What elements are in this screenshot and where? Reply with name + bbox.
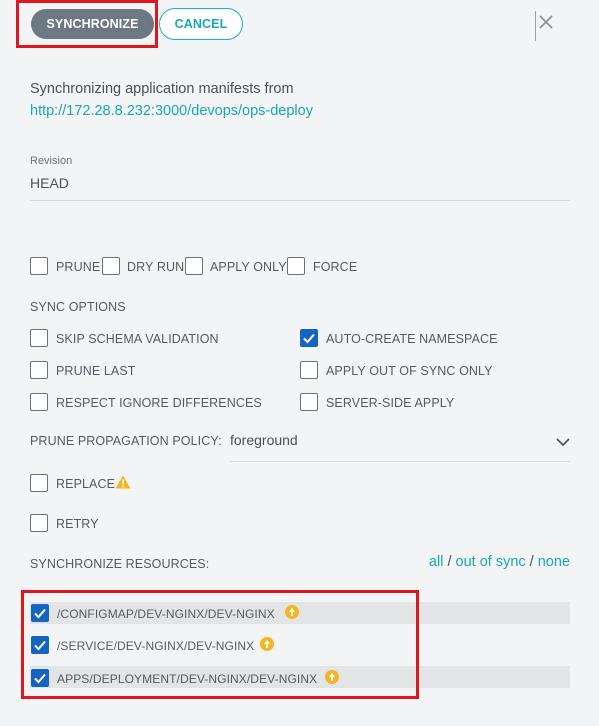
skip-schema-validation-label: SKIP SCHEMA VALIDATION — [56, 332, 219, 346]
server-side-apply-checkbox[interactable] — [300, 393, 318, 411]
respect-ignore-differences-label: RESPECT IGNORE DIFFERENCES — [56, 396, 262, 410]
replace-checkbox[interactable] — [30, 474, 48, 492]
force-label: FORCE — [313, 260, 358, 274]
check-icon — [303, 333, 315, 344]
retry-label: RETRY — [56, 517, 99, 531]
server-side-apply-label: SERVER-SIDE APPLY — [326, 396, 455, 410]
warning-icon — [115, 475, 131, 489]
prune-label: PRUNE — [56, 260, 101, 274]
respect-ignore-differences-checkbox[interactable] — [30, 393, 48, 411]
prune-policy-label: PRUNE PROPAGATION POLICY: — [30, 434, 222, 448]
retry-checkbox[interactable] — [30, 514, 48, 532]
resources-heading: SYNCHRONIZE RESOURCES: — [30, 557, 210, 571]
cancel-button[interactable]: CANCEL — [159, 8, 243, 40]
filter-separator: / — [447, 554, 452, 570]
sync-options-heading: SYNC OPTIONS — [30, 300, 126, 314]
highlight-box-resources — [21, 590, 419, 699]
auto-create-namespace-checkbox[interactable] — [300, 329, 318, 347]
filter-separator: / — [529, 554, 534, 570]
apply-out-of-sync-only-label: APPLY OUT OF SYNC ONLY — [326, 364, 493, 378]
resource-filter: all / out of sync / none — [429, 554, 570, 570]
prune-policy-select[interactable]: foreground — [230, 432, 298, 448]
sync-intro-text: Synchronizing application manifests from — [30, 81, 294, 97]
force-checkbox[interactable] — [287, 257, 305, 275]
prune-policy-underline — [230, 461, 570, 462]
highlight-box-synchronize — [16, 0, 158, 48]
apply-only-checkbox[interactable] — [185, 257, 203, 275]
replace-label: REPLACE — [56, 477, 116, 491]
prune-checkbox[interactable] — [30, 257, 48, 275]
prune-last-checkbox[interactable] — [30, 361, 48, 379]
apply-out-of-sync-only-checkbox[interactable] — [300, 361, 318, 379]
dry-run-checkbox[interactable] — [102, 257, 120, 275]
toolbar-divider — [535, 11, 536, 41]
revision-input[interactable]: HEAD — [30, 175, 69, 191]
filter-out-of-sync-link[interactable]: out of sync — [456, 554, 526, 570]
prune-last-label: PRUNE LAST — [56, 364, 136, 378]
auto-create-namespace-label: AUTO-CREATE NAMESPACE — [326, 332, 498, 346]
dry-run-label: DRY RUN — [127, 260, 185, 274]
filter-all-link[interactable]: all — [429, 554, 444, 570]
close-icon[interactable] — [538, 12, 554, 32]
revision-label: Revision — [30, 155, 73, 167]
skip-schema-validation-checkbox[interactable] — [30, 329, 48, 347]
filter-none-link[interactable]: none — [538, 554, 570, 570]
revision-underline — [30, 200, 570, 201]
apply-only-label: APPLY ONLY — [210, 260, 287, 274]
repo-url-link[interactable]: http://172.28.8.232:3000/devops/ops-depl… — [30, 103, 313, 119]
chevron-down-icon[interactable] — [556, 434, 570, 447]
